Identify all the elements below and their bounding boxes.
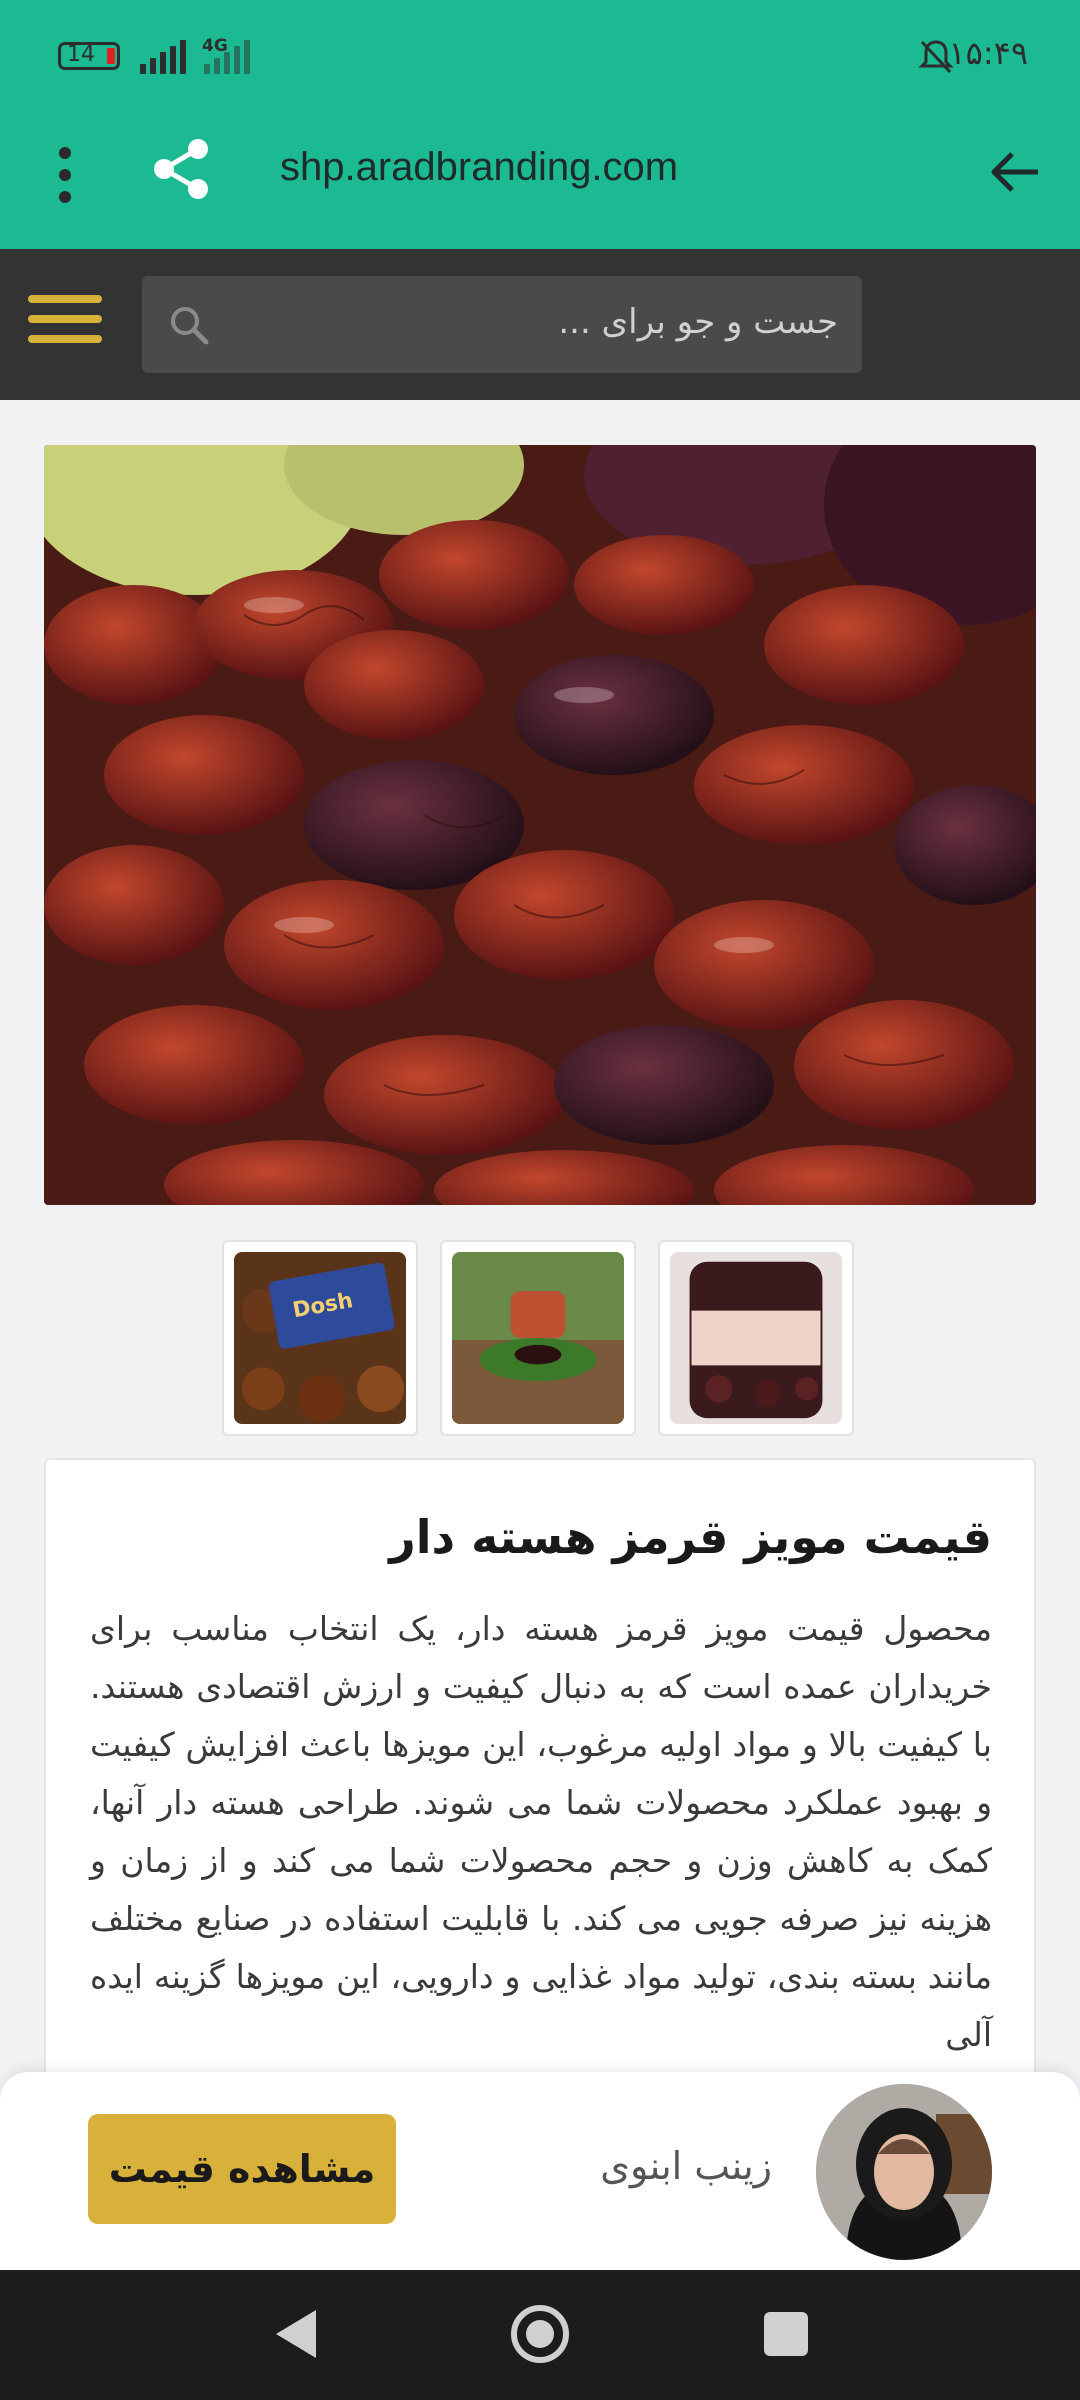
nav-recents-icon[interactable] [764, 2312, 808, 2356]
battery-icon: 14 [58, 42, 120, 70]
nav-home-icon[interactable] [508, 2302, 572, 2366]
thumbnail-jar[interactable] [658, 1240, 854, 1436]
browser-bar: shp.aradbranding.com [0, 115, 1080, 249]
search-placeholder: جست و جو برای ... [558, 302, 838, 342]
product-description-card: قیمت مویز قرمز هسته دار محصول قیمت مویز … [44, 1458, 1036, 2158]
status-bar: 14 4G ۱۵:۴۹ [0, 0, 1080, 115]
more-vert-icon[interactable] [50, 145, 80, 205]
view-price-button[interactable]: مشاهده قیمت [88, 2114, 396, 2224]
site-header: جست و جو برای ... [0, 249, 1080, 400]
contact-bar: مشاهده قیمت زینب ابنوی [0, 2072, 1080, 2270]
product-main-image[interactable] [44, 445, 1036, 1205]
clock: ۱۵:۴۹ [948, 34, 1028, 72]
signal-icon [140, 40, 186, 74]
search-input[interactable]: جست و جو برای ... [142, 276, 862, 373]
product-title: قیمت مویز قرمز هسته دار [389, 1510, 992, 1564]
search-icon [171, 307, 209, 345]
battery-level: 14 [67, 42, 95, 67]
nav-back-icon[interactable] [272, 2306, 320, 2362]
agent-name: زینب ابنوی [600, 2144, 772, 2188]
signal-2-icon [204, 40, 250, 74]
thumbnail-package[interactable]: Dosh [222, 1240, 418, 1436]
thumbnail-tea[interactable] [440, 1240, 636, 1436]
system-nav-bar [0, 2270, 1080, 2400]
share-icon[interactable] [150, 137, 214, 201]
product-description: محصول قیمت مویز قرمز هسته دار، یک انتخاب… [90, 1609, 992, 2054]
thumbnail-strip: Dosh [222, 1240, 854, 1436]
avatar[interactable] [816, 2084, 992, 2260]
back-arrow-icon[interactable] [988, 145, 1042, 199]
url-text[interactable]: shp.aradbranding.com [280, 145, 678, 190]
hamburger-menu-icon[interactable] [28, 295, 102, 353]
